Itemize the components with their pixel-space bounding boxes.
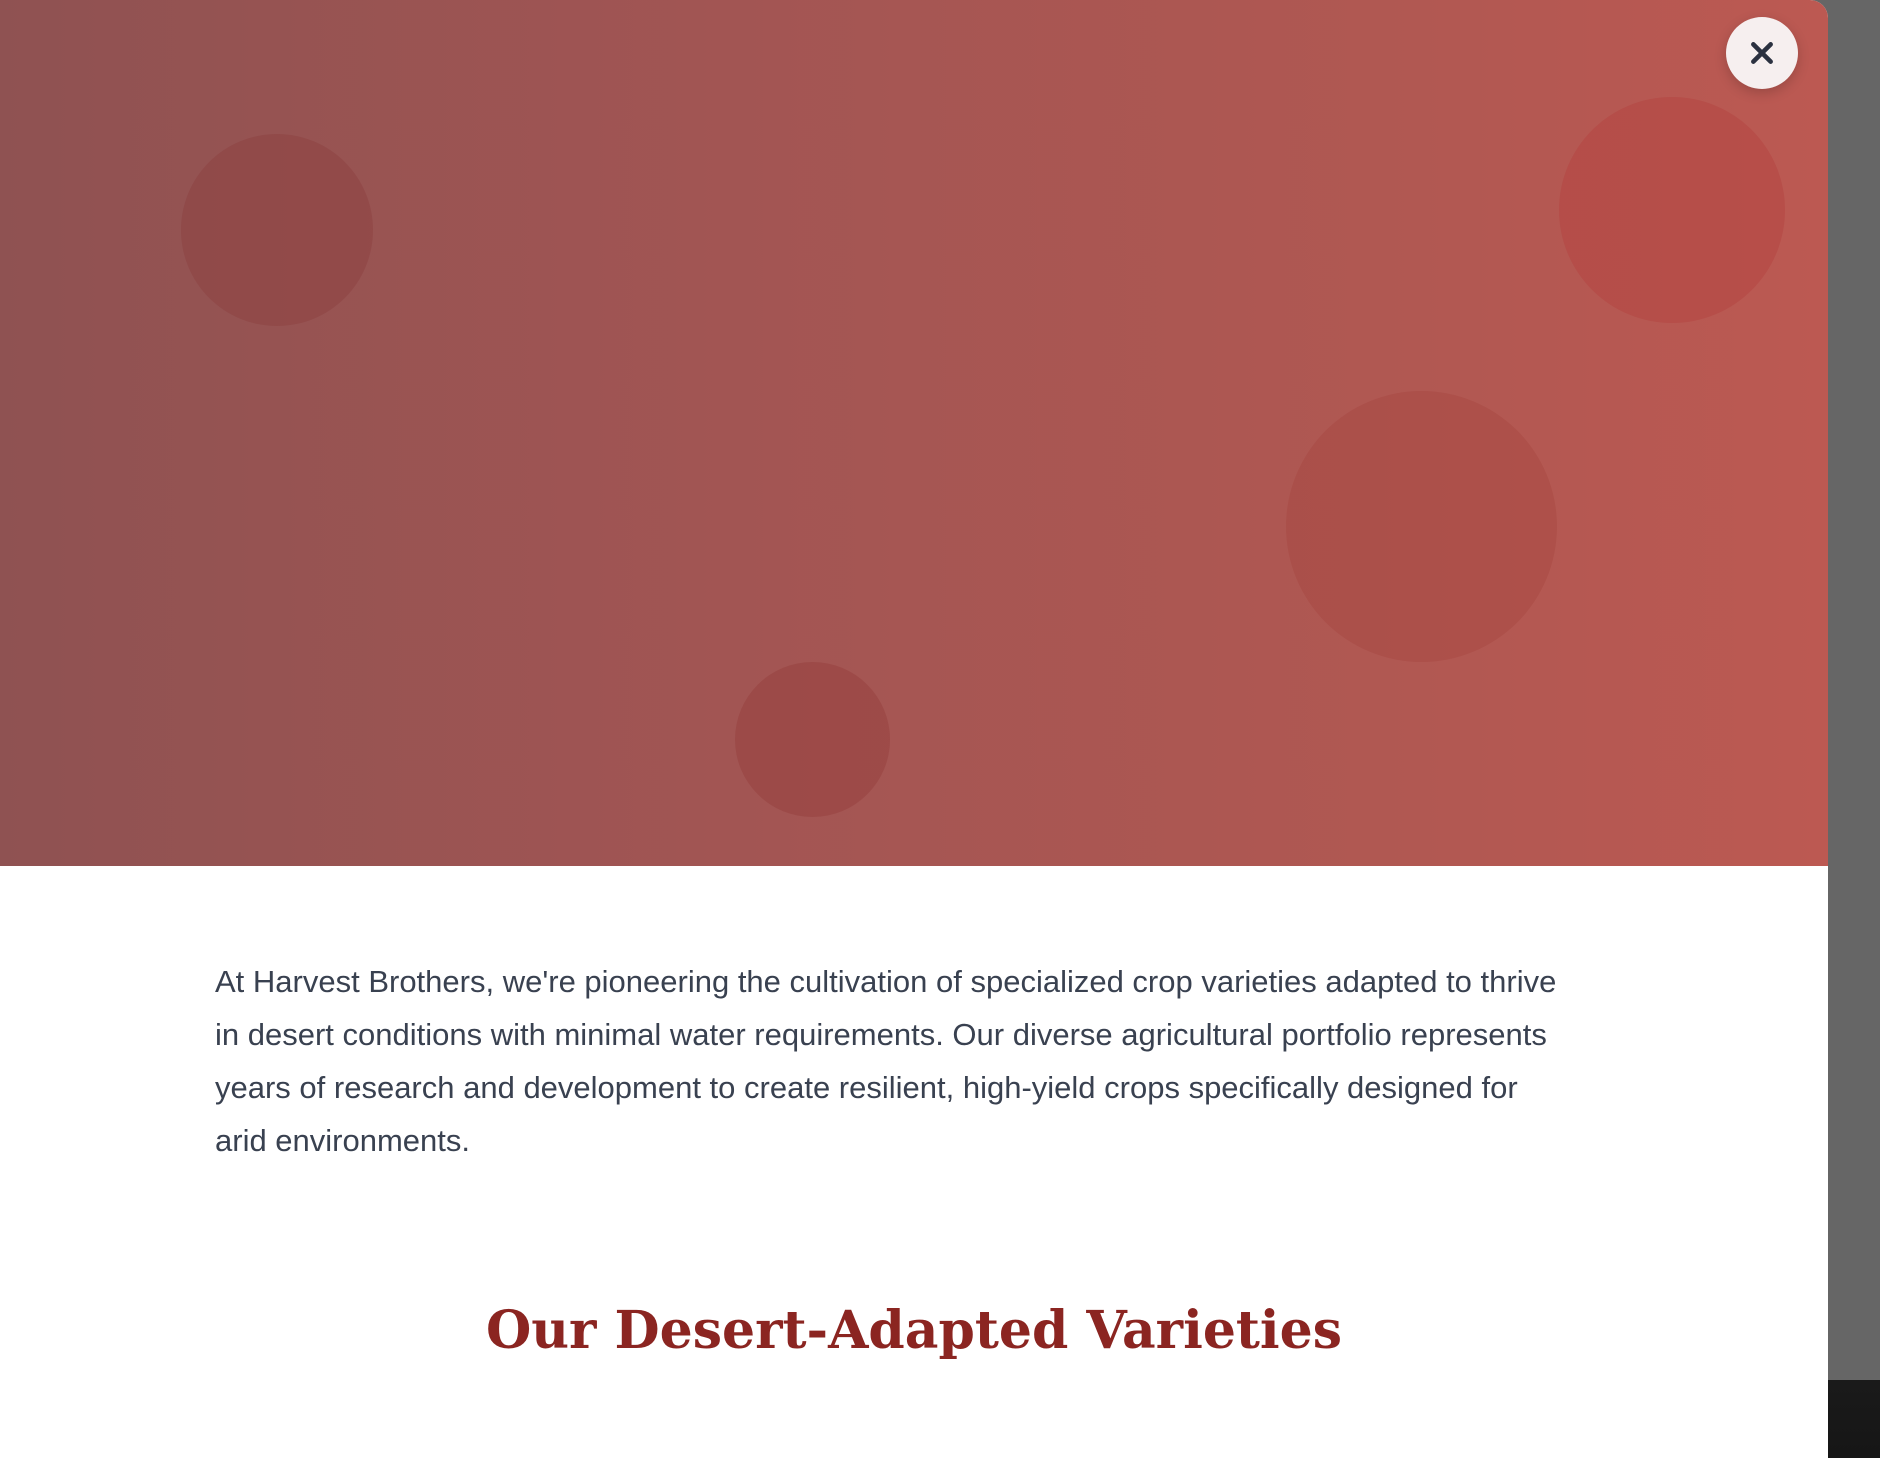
close-icon: [1751, 42, 1773, 64]
modal-body: At Harvest Brothers, we're pioneering th…: [215, 955, 1575, 1167]
decorative-circle: [1286, 391, 1557, 662]
decorative-circle: [181, 134, 373, 326]
backdrop-edge: [1828, 1380, 1880, 1458]
crop-details-modal: At Harvest Brothers, we're pioneering th…: [0, 0, 1828, 1458]
decorative-circle: [1559, 97, 1785, 323]
intro-paragraph: At Harvest Brothers, we're pioneering th…: [215, 964, 1557, 1158]
hero-banner: [0, 0, 1828, 866]
decorative-circle: [735, 662, 890, 817]
section-title: Our Desert-Adapted Varieties: [485, 1300, 1343, 1361]
close-button[interactable]: [1726, 17, 1798, 89]
